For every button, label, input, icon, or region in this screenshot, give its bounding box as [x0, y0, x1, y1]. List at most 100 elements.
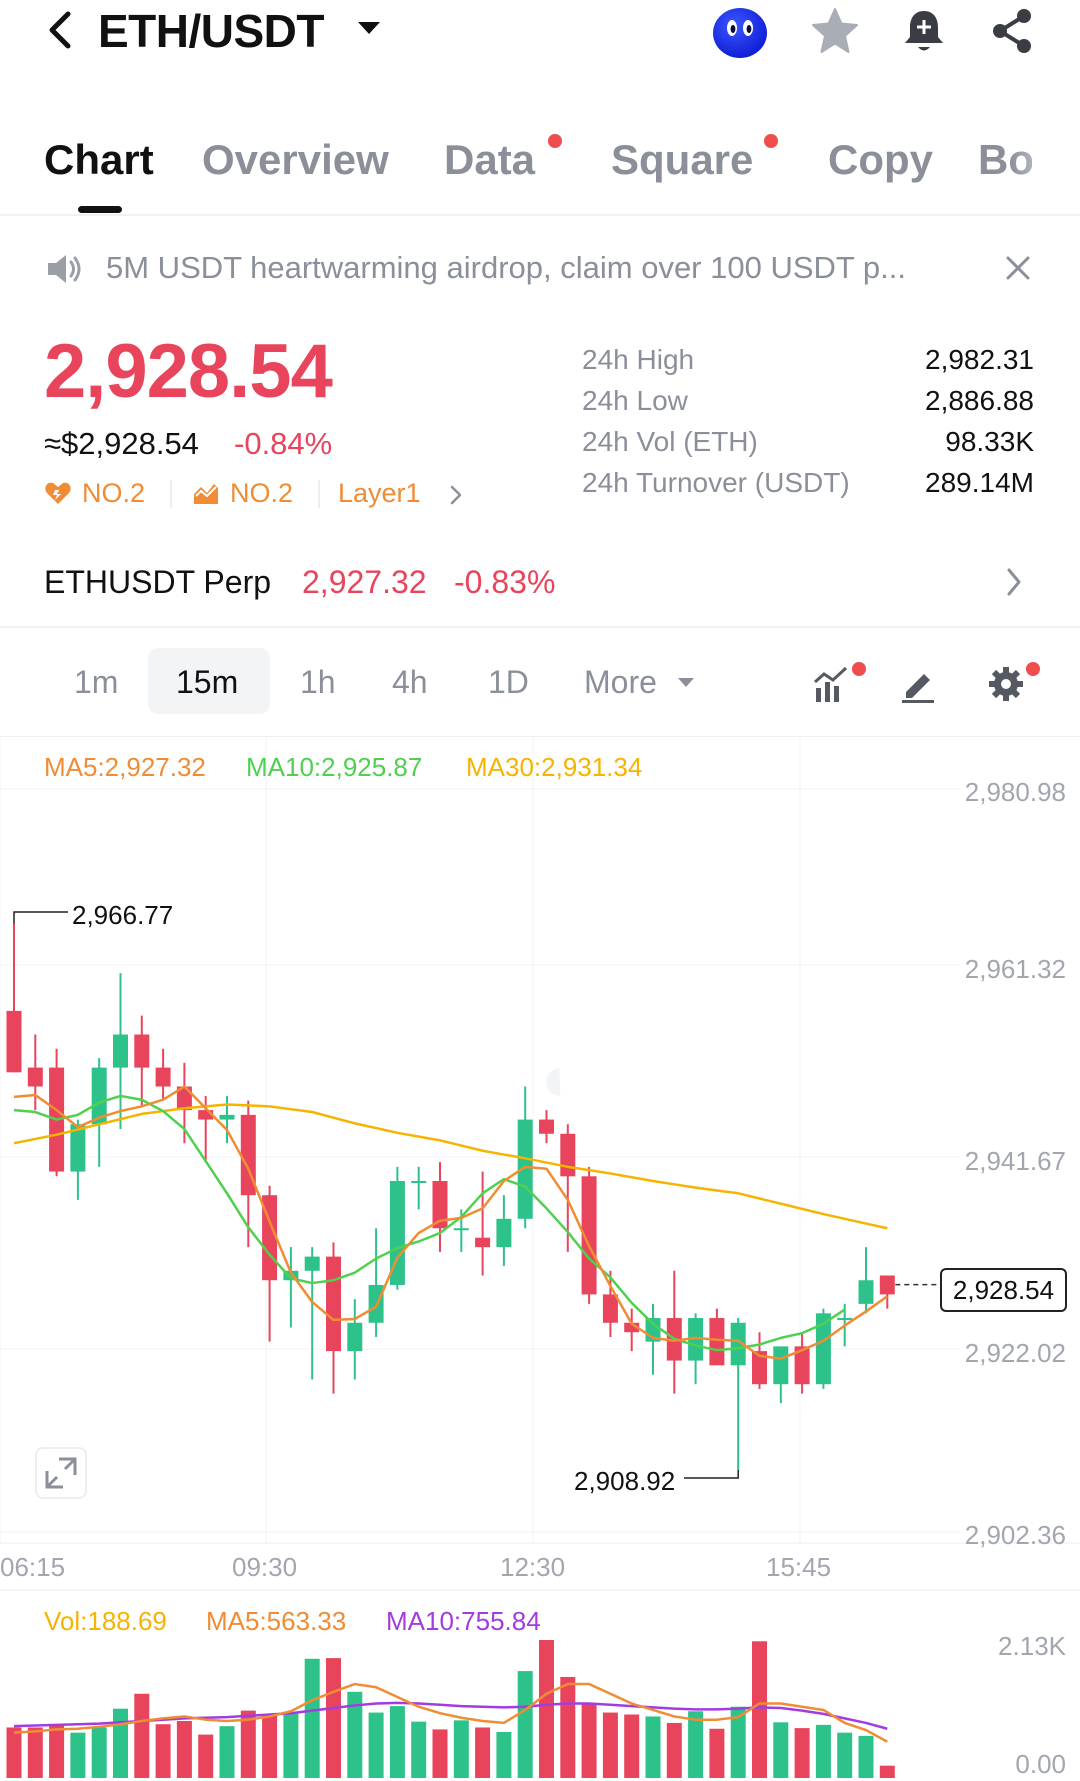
rank-tag-2[interactable]: NO.2: [230, 478, 293, 509]
vol-y-axis-label: 0.00: [1015, 1749, 1066, 1779]
stat-label-24h-low: 24h Low: [582, 385, 688, 416]
perp-price: 2,927.32: [302, 564, 427, 600]
back-icon[interactable]: [40, 8, 80, 52]
speaker-icon: [48, 255, 81, 283]
volume-bar: [198, 1734, 214, 1778]
candle-body: [709, 1318, 725, 1366]
last-price: 2,928.54: [44, 329, 333, 414]
share-icon[interactable]: [988, 6, 1038, 56]
stat-label-24h-high: 24h High: [582, 344, 695, 375]
tab-square[interactable]: Square: [611, 136, 753, 184]
low-marker-line: [684, 1470, 739, 1479]
tab-copy[interactable]: Copy: [828, 136, 933, 184]
timeframe-more[interactable]: More: [584, 664, 657, 701]
y-axis-label: 2,980.98: [964, 777, 1066, 807]
stat-value-24h-high: 2,982.31: [925, 344, 1034, 375]
volume-bar: [539, 1640, 554, 1778]
candle-body: [27, 1067, 43, 1087]
volume-bar: [155, 1724, 171, 1778]
volume-bar: [219, 1726, 235, 1778]
draw-pen-icon[interactable]: [898, 664, 938, 704]
bell-plus-icon[interactable]: [899, 6, 949, 56]
timeframe-1d[interactable]: 1D: [488, 664, 529, 701]
pair-title[interactable]: ETH/USDT: [98, 4, 325, 58]
ma10-line: [13, 1094, 846, 1352]
volume-bar: [262, 1715, 278, 1778]
toolbar-divider: [0, 736, 1080, 737]
x-axis-label: 09:30: [232, 1552, 298, 1582]
timeframe-15m[interactable]: 15m: [176, 664, 238, 701]
perp-divider: [0, 626, 1080, 628]
volume-bar: [475, 1727, 491, 1778]
volume-bar: [283, 1712, 299, 1778]
more-caret-icon[interactable]: [678, 678, 694, 687]
volume-bar: [411, 1721, 427, 1778]
vol-ma10-legend: MA10:755.84: [386, 1606, 541, 1636]
volume-bar: [688, 1711, 704, 1778]
volume-bar: [624, 1714, 640, 1778]
pair-dropdown-caret-icon[interactable]: [358, 22, 380, 34]
mascot-avatar[interactable]: [710, 4, 770, 60]
tabs-fade: [1010, 130, 1080, 200]
volume-bar: [815, 1724, 831, 1778]
star-icon[interactable]: [810, 6, 860, 56]
candle-body: [475, 1237, 491, 1248]
volume-bar: [91, 1727, 107, 1778]
perp-change: -0.83%: [454, 564, 556, 600]
announcement-text[interactable]: 5M USDT heartwarming airdrop, claim over…: [106, 250, 906, 286]
candle-body: [411, 1181, 427, 1184]
volume-bar: [389, 1706, 405, 1778]
candle-body: [453, 1228, 469, 1231]
timeframe-1m[interactable]: 1m: [74, 664, 118, 701]
volume-bar: [602, 1712, 618, 1778]
candle-body: [539, 1119, 554, 1134]
candle-body: [496, 1218, 512, 1248]
ma30-line: [13, 1103, 888, 1230]
heart-flame-icon: [45, 482, 71, 504]
volume-bar: [837, 1732, 853, 1778]
ma30-legend: MA30:2,931.34: [466, 752, 643, 782]
close-icon[interactable]: [1004, 254, 1032, 282]
indicator-icon[interactable]: [812, 664, 852, 704]
perp-label[interactable]: ETHUSDT Perp: [44, 564, 271, 601]
ma5-line: [13, 1085, 889, 1360]
volume-bar: [27, 1727, 43, 1778]
chevron-right-icon[interactable]: [1004, 566, 1024, 598]
ma10-legend: MA10:2,925.87: [246, 752, 423, 782]
expand-icon: [45, 1457, 77, 1489]
chevron-right-icon[interactable]: [448, 484, 464, 506]
settings-gear-icon[interactable]: [986, 664, 1026, 704]
high-marker-line: [13, 911, 68, 924]
category-tag[interactable]: Layer1: [338, 478, 421, 509]
volume-bar: [794, 1728, 810, 1778]
volume-bar: [709, 1728, 725, 1778]
watermark-logo: ◐: [541, 1042, 580, 1114]
candle-body: [113, 1034, 128, 1068]
rank-tag-1[interactable]: NO.2: [82, 478, 145, 509]
last-price-tag: 2,928.54: [940, 1268, 1067, 1312]
volume-bar: [49, 1724, 65, 1778]
vol-y-axis-label: 2.13K: [998, 1631, 1066, 1661]
candle-body: [326, 1256, 341, 1352]
volume-bar: [517, 1671, 533, 1778]
candle-body: [858, 1280, 874, 1304]
tab-chart[interactable]: Chart: [44, 136, 154, 184]
x-axis-label: 12:30: [500, 1552, 566, 1582]
volume-bar: [581, 1702, 597, 1778]
ma5-legend: MA5:2,927.32: [44, 752, 206, 782]
volume-bar: [368, 1712, 384, 1778]
vol-legend: Vol:188.69: [44, 1606, 167, 1636]
timeframe-4h[interactable]: 4h: [392, 664, 428, 701]
y-axis-label: 2,941.67: [964, 1146, 1066, 1176]
fullscreen-button[interactable]: [35, 1447, 87, 1499]
candle-body: [219, 1114, 235, 1120]
volume-bar: [858, 1735, 874, 1778]
settings-notification-dot: [1026, 662, 1040, 676]
tab-overview[interactable]: Overview: [202, 136, 389, 184]
candle-body: [155, 1067, 171, 1087]
volume-bar: [70, 1732, 86, 1778]
y-axis-label: 2,902.36: [964, 1520, 1066, 1550]
tab-data[interactable]: Data: [444, 136, 535, 184]
timeframe-1h[interactable]: 1h: [300, 664, 336, 701]
tag-separator: [318, 480, 320, 508]
